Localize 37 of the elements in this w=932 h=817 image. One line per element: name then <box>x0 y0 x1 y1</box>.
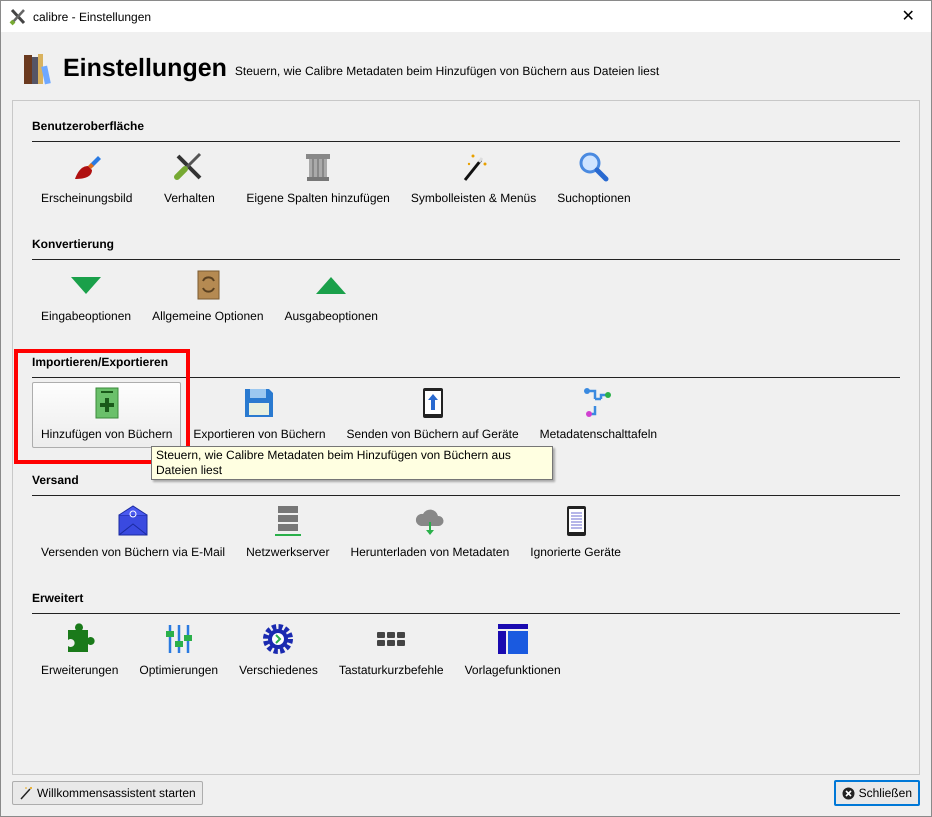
settings-item[interactable]: Symbolleisten & Menüs <box>402 146 546 212</box>
wizard-button[interactable]: Willkommensassistent starten <box>12 781 203 805</box>
close-dialog-button[interactable]: Schließen <box>834 780 920 806</box>
section-heading: Importieren/Exportieren <box>32 352 900 378</box>
magic-wand-icon <box>19 786 33 800</box>
settings-item[interactable]: Allgemeine Optionen <box>143 264 272 330</box>
settings-item[interactable]: Hinzufügen von Büchern <box>32 382 182 448</box>
settings-item[interactable]: Eigene Spalten hinzufügen <box>237 146 399 212</box>
close-button[interactable]: ✕ <box>893 8 923 26</box>
settings-item[interactable]: Verschiedenes <box>230 618 327 684</box>
search-icon <box>576 150 611 184</box>
settings-item[interactable]: Eingabeoptionen <box>32 264 140 330</box>
settings-item[interactable]: Versenden von Büchern via E-Mail <box>32 500 234 566</box>
settings-item[interactable]: Suchoptionen <box>548 146 640 212</box>
settings-item[interactable]: Ignorierte Geräte <box>521 500 630 566</box>
section-heading: Konvertierung <box>32 234 900 260</box>
tooltip: Steuern, wie Calibre Metadaten beim Hinzufügen von Büchern aus Dateien liest <box>151 446 553 480</box>
gear-icon <box>261 622 296 656</box>
settings-item[interactable]: Vorlagefunktionen <box>456 618 570 684</box>
close-icon <box>842 786 855 800</box>
section-heading: Benutzeroberfläche <box>32 116 900 142</box>
envelope-icon <box>116 504 150 538</box>
settings-item[interactable]: Verhalten <box>144 146 234 212</box>
settings-item[interactable]: Ausgabeoptionen <box>276 264 387 330</box>
settings-item[interactable]: Erscheinungsbild <box>32 146 142 212</box>
page-title: Einstellungen <box>63 53 227 84</box>
settings-item[interactable]: Erweiterungen <box>32 618 128 684</box>
settings-item[interactable]: Optimierungen <box>130 618 228 684</box>
layout-icon <box>496 622 530 656</box>
settings-item[interactable]: Metadatenschalttafeln <box>530 382 666 448</box>
window-title: calibre - Einstellungen <box>33 8 152 26</box>
settings-item[interactable]: Herunterladen von Metadaten <box>341 500 518 566</box>
section-heading: Erweitert <box>32 588 900 614</box>
settings-item[interactable]: Netzwerkserver <box>237 500 338 566</box>
app-icon <box>9 8 27 26</box>
page-description: Steuern, wie Calibre Metadaten beim Hinzufügen von Büchern aus Dateien liest <box>234 62 660 80</box>
settings-item[interactable]: Tastaturkurzbefehle <box>330 618 453 684</box>
